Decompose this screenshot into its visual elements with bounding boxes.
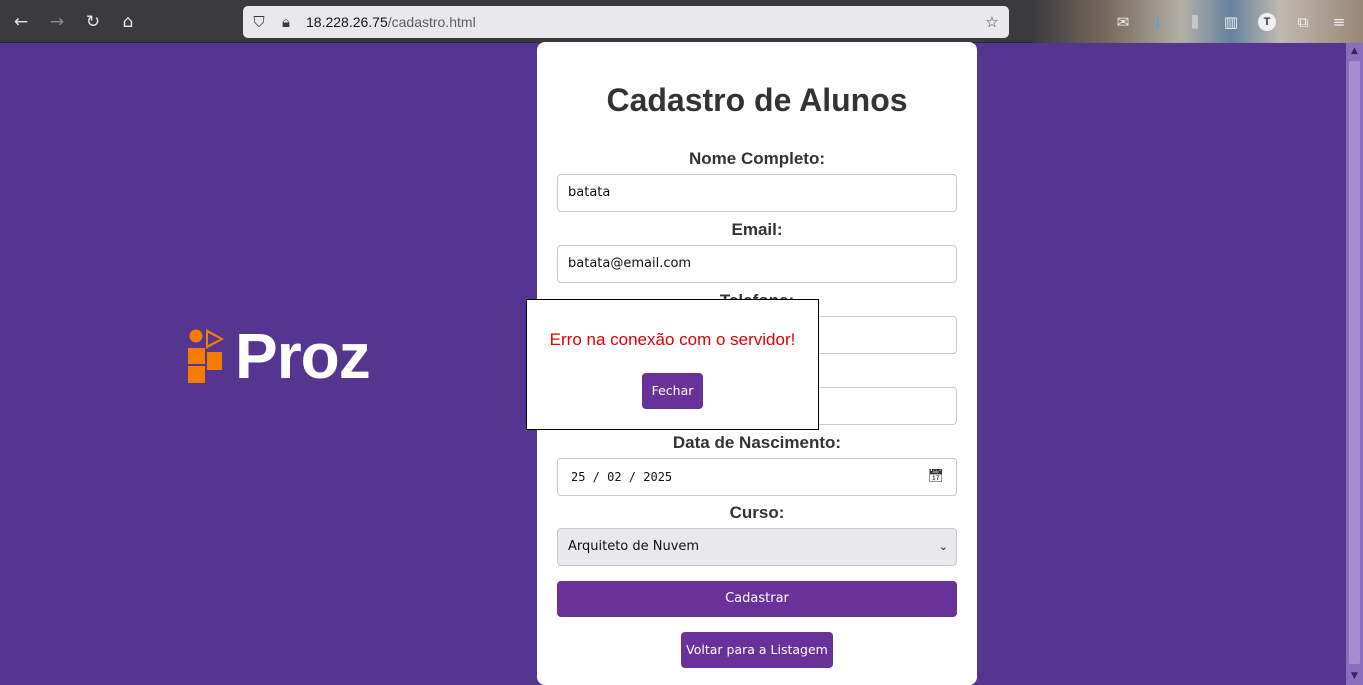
url-host: 18.228.26.75	[306, 14, 388, 30]
nome-input[interactable]: batata	[557, 174, 957, 212]
curso-select[interactable]: Arquiteto de Nuvem ⌄	[557, 528, 957, 566]
url-path: /cadastro.html	[387, 14, 476, 30]
account-avatar[interactable]: T	[1258, 13, 1276, 31]
scroll-thumb[interactable]	[1349, 61, 1360, 664]
reload-icon[interactable]: ↻	[80, 9, 106, 35]
nascimento-label: Data de Nascimento:	[672, 433, 842, 452]
error-modal: Erro na conexão com o servidor! Fechar	[526, 299, 819, 430]
nascimento-value: 25 / 02 / 2025	[571, 470, 673, 484]
extensions-icon[interactable]: ⧉	[1290, 9, 1316, 35]
mail-icon[interactable]: ✉	[1110, 9, 1136, 35]
shield-icon[interactable]: ⛉	[248, 6, 270, 38]
back-arrow-icon[interactable]: ←	[8, 9, 34, 35]
page-scrollbar[interactable]: ▲ ▼	[1346, 43, 1363, 685]
proz-logo-mark-icon	[188, 329, 224, 383]
curso-selected: Arquiteto de Nuvem	[568, 539, 700, 554]
browser-toolbar: ← → ↻ ⌂ ⛉ 🔒︎ 18.228.26.75/cadastro.html …	[0, 0, 1363, 43]
url-text[interactable]: 18.228.26.75/cadastro.html	[306, 6, 476, 38]
fechar-button[interactable]: Fechar	[642, 373, 703, 409]
forward-arrow-icon[interactable]: →	[44, 9, 70, 35]
error-message: Erro na conexão com o servidor!	[549, 330, 796, 349]
chevron-down-icon: ⌄	[938, 540, 948, 553]
nascimento-date-input[interactable]: 25 / 02 / 2025 📅︎	[557, 458, 957, 496]
proz-logo: Proz	[187, 324, 377, 388]
nome-label: Nome Completo:	[689, 149, 825, 168]
calendar-icon[interactable]: 📅︎	[927, 459, 944, 495]
home-icon[interactable]: ⌂	[115, 9, 141, 35]
bookmark-star-icon[interactable]: ☆	[981, 6, 1003, 38]
download-icon[interactable]: ⤓	[1145, 9, 1171, 35]
curso-label: Curso:	[729, 503, 785, 522]
logo-text: Proz	[235, 320, 371, 392]
email-label: Email:	[731, 220, 783, 239]
scroll-up-icon[interactable]: ▲	[1346, 43, 1363, 60]
menu-icon[interactable]: ≡	[1326, 9, 1352, 35]
lock-icon[interactable]: 🔒︎	[275, 6, 297, 38]
cadastrar-button[interactable]: Cadastrar	[557, 581, 957, 617]
voltar-listagem-button[interactable]: Voltar para a Listagem	[681, 632, 833, 668]
address-bar[interactable]: ⛉ 🔒︎ 18.228.26.75/cadastro.html ☆	[243, 6, 1009, 38]
library-icon[interactable]: ⫼	[1182, 9, 1208, 35]
scroll-down-icon[interactable]: ▼	[1346, 668, 1363, 685]
email-input[interactable]: batata@email.com	[557, 245, 957, 283]
page-title: Cadastro de Alunos	[606, 82, 908, 118]
sidebar-icon[interactable]: ▥	[1218, 9, 1244, 35]
